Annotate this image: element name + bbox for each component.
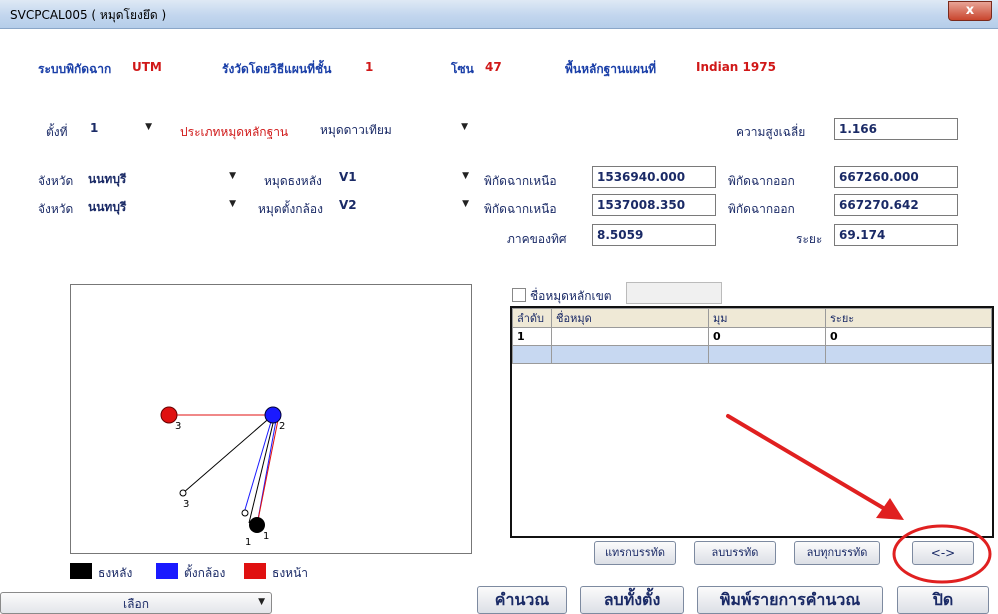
backsight-mark-value: V1: [339, 170, 357, 184]
chevron-down-icon: ▼: [462, 199, 469, 209]
survey-method-label: รังวัดโดยวิธีแผนที่ชั้น: [222, 62, 332, 76]
station-select-value: 1: [90, 121, 99, 135]
table-cell[interactable]: 1: [512, 327, 552, 346]
avg-height-label: ความสูงเฉลี่ย: [736, 125, 806, 139]
traverse-grid: ลำดับ ชื่อหมุด มุม ระยะ 1 0 0: [510, 306, 994, 538]
province-select-value: นนทบุรี: [88, 172, 127, 186]
backsight-mark-select[interactable]: V1 ▼: [335, 168, 475, 188]
station-label: ตั้งที่: [46, 125, 68, 139]
mark-type-label: ประเภทหมุดหลักฐาน: [180, 125, 289, 139]
table-cell[interactable]: [551, 345, 709, 364]
column-header[interactable]: ชื่อหมุด: [551, 308, 709, 328]
traverse-table: ลำดับ ชื่อหมุด มุม ระยะ 1 0 0: [512, 308, 992, 364]
backsight-mark-label: หมุดธงหลัง: [264, 174, 322, 188]
chevron-down-icon: ▼: [461, 122, 468, 132]
coord-system-value: UTM: [132, 60, 162, 74]
backsight-northing-field[interactable]: 1536940.000: [592, 166, 716, 188]
easting-label: พิกัดฉากออก: [728, 202, 795, 216]
instrument-mark-value: V2: [339, 198, 357, 212]
survey-method-value: 1: [365, 60, 374, 74]
table-cell[interactable]: [512, 345, 552, 364]
delete-all-rows-button[interactable]: ลบทุกบรรทัด: [794, 541, 880, 565]
title-bar: SVCPCAL005 ( หมุดโยงยึด ) x: [0, 0, 998, 29]
chevron-down-icon: ▼: [462, 171, 469, 181]
traverse-diagram: 3 2 1 3 1: [70, 284, 472, 554]
instrument-mark-label: หมุดตั้งกล้อง: [258, 202, 323, 216]
datum-value: Indian 1975: [696, 60, 776, 74]
select-dropdown[interactable]: เลือก ▼: [0, 592, 272, 614]
swap-button[interactable]: <->: [912, 541, 974, 565]
close-window-button[interactable]: x: [948, 1, 992, 21]
backsight-legend-label: ธงหลัง: [98, 566, 133, 580]
table-cell[interactable]: [708, 345, 826, 364]
chevron-down-icon: ▼: [229, 199, 236, 209]
instrument-legend-label: ตั้งกล้อง: [184, 566, 226, 580]
instrument-easting-field[interactable]: 667270.642: [834, 194, 958, 216]
table-cell[interactable]: 0: [708, 327, 826, 346]
backsight-line: [248, 414, 276, 524]
table-cell[interactable]: 0: [825, 327, 992, 346]
table-cell[interactable]: [825, 345, 992, 364]
province-label: จังหวัด: [38, 202, 74, 216]
print-calculation-button[interactable]: พิมพ์รายการคำนวณ: [697, 586, 883, 614]
column-header[interactable]: มุม: [708, 308, 826, 328]
bearing-field[interactable]: 8.5059: [592, 224, 716, 246]
easting-label: พิกัดฉากออก: [728, 174, 795, 188]
close-button[interactable]: ปิด: [897, 586, 989, 614]
boundary-checkbox[interactable]: [512, 288, 526, 302]
bearing-label: ภาคของทิศ: [507, 232, 567, 246]
table-row[interactable]: 1 0 0: [512, 327, 992, 346]
clear-all-button[interactable]: ลบทั้งตั้ง: [580, 586, 684, 614]
backsight-legend-swatch: [70, 563, 92, 579]
mark-type-select[interactable]: หมุดดาวเทียม ▼: [316, 119, 474, 139]
province-select-value: นนทบุรี: [88, 200, 127, 214]
province-select-backsight[interactable]: นนทบุรี ▼: [84, 168, 242, 188]
table-row[interactable]: [512, 345, 992, 364]
calculate-button[interactable]: คำนวณ: [477, 586, 567, 614]
chevron-down-icon: ▼: [229, 171, 236, 181]
chevron-down-icon: ▼: [258, 597, 265, 607]
point-3-open-marker: [179, 489, 187, 497]
distance-field[interactable]: 69.174: [834, 224, 958, 246]
instrument-line: [243, 414, 274, 514]
point-1-open-marker: [241, 509, 249, 517]
point-3-label: 3: [175, 421, 181, 432]
instrument-mark-select[interactable]: V2 ▼: [335, 196, 475, 216]
point-2-label: 2: [279, 421, 285, 432]
backsight-easting-field[interactable]: 667260.000: [834, 166, 958, 188]
foresight-legend-label: ธงหน้า: [272, 566, 309, 580]
boundary-name-input[interactable]: [626, 282, 722, 304]
table-header-row: ลำดับ ชื่อหมุด มุม ระยะ: [512, 308, 992, 328]
foresight-legend-swatch: [244, 563, 266, 579]
zone-value: 47: [485, 60, 502, 74]
northing-label: พิกัดฉากเหนือ: [484, 202, 557, 216]
province-label: จังหวัด: [38, 174, 74, 188]
table-cell[interactable]: [551, 327, 709, 346]
insert-row-button[interactable]: แทรกบรรทัด: [594, 541, 676, 565]
traverse-diagram-svg: 3 2 1 3 1: [160, 406, 285, 548]
coord-system-label: ระบบพิกัดฉาก: [38, 62, 112, 76]
delete-row-button[interactable]: ลบบรรทัด: [694, 541, 776, 565]
avg-height-field[interactable]: 1.166: [834, 118, 958, 140]
datum-label: พื้นหลักฐานแผนที่: [565, 62, 657, 76]
zone-label: โซน: [451, 62, 474, 76]
northing-label: พิกัดฉากเหนือ: [484, 174, 557, 188]
instrument-northing-field[interactable]: 1537008.350: [592, 194, 716, 216]
station-select[interactable]: 1 ▼: [86, 119, 158, 139]
column-header[interactable]: ลำดับ: [512, 308, 552, 328]
chevron-down-icon: ▼: [145, 122, 152, 132]
instrument-legend-swatch: [156, 563, 178, 579]
column-header[interactable]: ระยะ: [825, 308, 992, 328]
mark-type-select-value: หมุดดาวเทียม: [320, 123, 392, 137]
point-1-open-label: 1: [245, 537, 251, 548]
distance-label: ระยะ: [796, 232, 823, 246]
province-select-instrument[interactable]: นนทบุรี ▼: [84, 196, 242, 216]
window-title: SVCPCAL005 ( หมุดโยงยึด ): [10, 8, 167, 22]
boundary-checkbox-label: ชื่อหมุดหลักเขต: [530, 289, 612, 303]
point-1-label: 1: [263, 531, 269, 542]
point-3-open-label: 3: [183, 499, 189, 510]
select-dropdown-value: เลือก: [123, 597, 149, 611]
